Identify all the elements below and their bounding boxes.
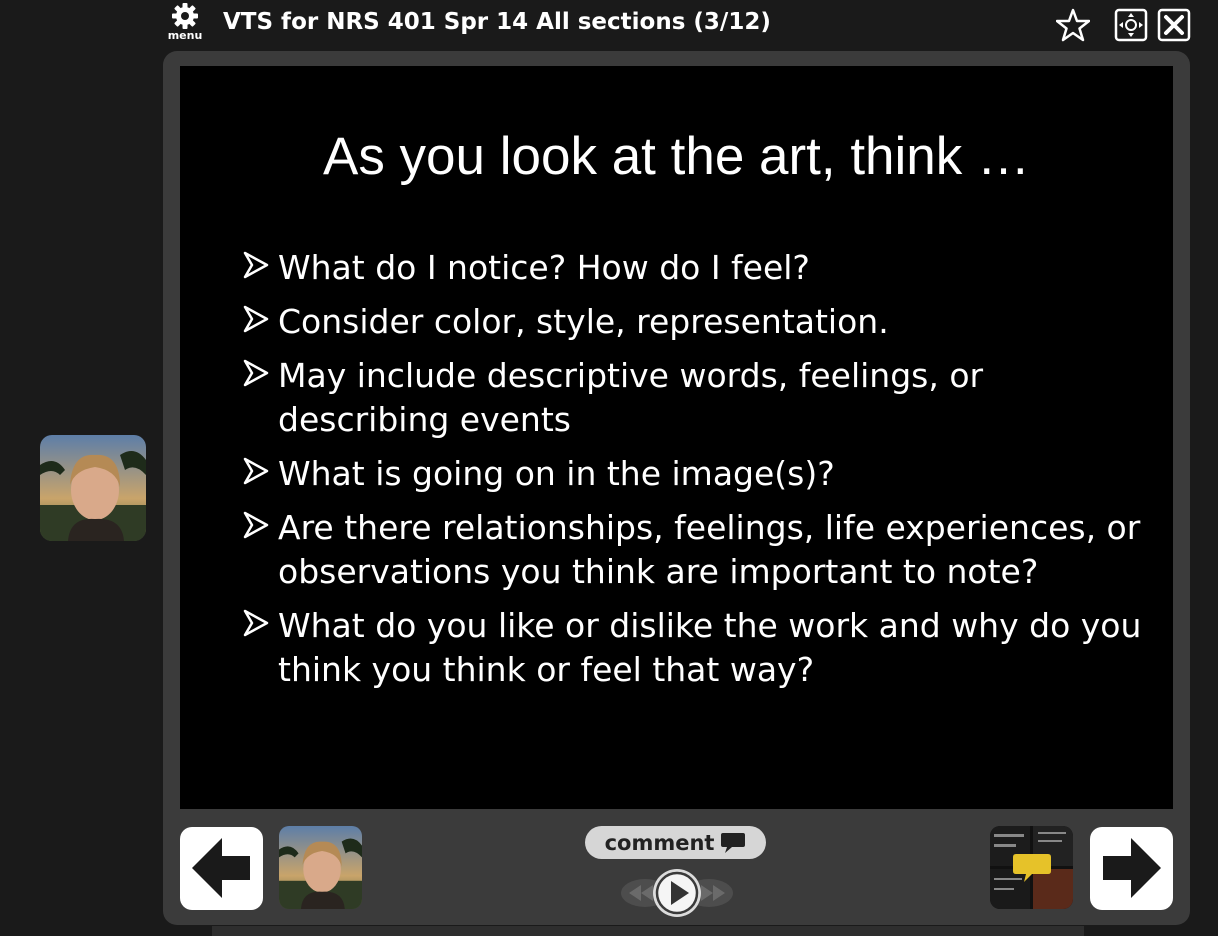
comment-button[interactable]: comment	[585, 826, 766, 859]
bullet-arrow-icon	[242, 356, 270, 400]
list-item: What is going on in the image(s)?	[242, 452, 1142, 496]
next-comment-thumbnail[interactable]	[990, 826, 1073, 909]
list-item: Consider color, style, representation.	[242, 300, 1142, 344]
bullet-text: What do I notice? How do I feel?	[278, 248, 810, 287]
slide-title: As you look at the art, think …	[322, 127, 1030, 186]
list-item: What do you like or dislike the work and…	[242, 604, 1142, 692]
frame-edge	[212, 926, 1084, 936]
list-item: May include descriptive words, feelings,…	[242, 354, 1142, 442]
bullet-text: Consider color, style, representation.	[278, 302, 889, 341]
page-title: VTS for NRS 401 Spr 14 All sections (3/1…	[223, 9, 771, 35]
expand-button[interactable]	[1114, 8, 1148, 42]
bullet-text: May include descriptive words, feelings,…	[278, 356, 984, 439]
bullet-arrow-icon	[242, 606, 270, 650]
bullet-list: What do I notice? How do I feel? Conside…	[242, 246, 1142, 702]
speech-bubble-icon	[721, 832, 746, 853]
comment-label: comment	[604, 830, 715, 855]
slide: As you look at the art, think … What do …	[180, 66, 1173, 809]
bullet-text: What is going on in the image(s)?	[278, 454, 835, 493]
menu-button[interactable]: menu	[162, 2, 208, 46]
favorite-button[interactable]	[1055, 8, 1091, 42]
menu-label: menu	[167, 29, 203, 42]
playback-controls	[619, 866, 735, 920]
star-icon	[1055, 8, 1091, 42]
previous-comment-thumbnail[interactable]	[279, 826, 362, 909]
video-comment-thumbnail	[990, 826, 1073, 909]
presenter-thumbnail	[279, 826, 362, 909]
bullet-arrow-icon	[242, 302, 270, 346]
close-button[interactable]	[1157, 8, 1191, 42]
bullet-text: What do you like or dislike the work and…	[278, 606, 1142, 689]
bullet-arrow-icon	[242, 508, 270, 552]
bullet-arrow-icon	[242, 454, 270, 498]
close-icon	[1157, 8, 1191, 42]
expand-icon	[1114, 8, 1148, 42]
bullet-arrow-icon	[242, 248, 270, 292]
bullet-text: Are there relationships, feelings, life …	[278, 508, 1141, 591]
top-bar: menu VTS for NRS 401 Spr 14 All sections…	[0, 0, 1218, 50]
presenter-photo	[40, 435, 146, 541]
presenter-avatar[interactable]	[40, 435, 146, 541]
arrow-left-icon	[192, 838, 250, 898]
gear-icon	[172, 3, 198, 29]
play-icon[interactable]	[653, 869, 701, 917]
next-slide-button[interactable]	[1090, 827, 1173, 910]
list-item: Are there relationships, feelings, life …	[242, 506, 1142, 594]
list-item: What do I notice? How do I feel?	[242, 246, 1142, 290]
arrow-right-icon	[1103, 838, 1161, 898]
previous-slide-button[interactable]	[180, 827, 263, 910]
